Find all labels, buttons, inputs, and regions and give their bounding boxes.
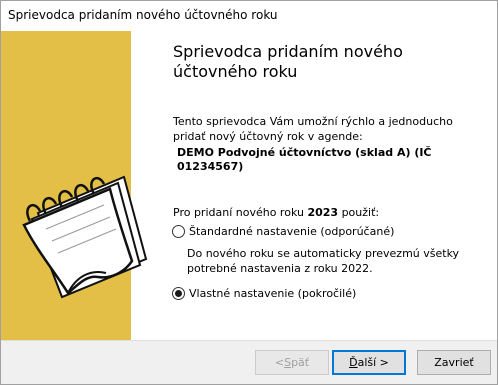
wizard-heading: Sprievodca pridaním nového účtovného rok… <box>173 42 403 81</box>
next-button[interactable]: Ďalší > <box>332 350 406 375</box>
radio-standard-label[interactable]: Štandardné nastavenie (odporúčané) <box>189 225 394 238</box>
next-rest: alší > <box>357 356 389 369</box>
agenda-name: DEMO Podvojné účtovníctvo (sklad A) (IČ … <box>177 146 432 173</box>
close-button[interactable]: Zavrieť <box>417 350 491 375</box>
back-rest: päť <box>291 356 310 369</box>
radio-custom-circle[interactable] <box>172 287 185 300</box>
back-accel: S <box>284 356 292 369</box>
radio-standard[interactable]: Štandardné nastavenie (odporúčané) <box>172 225 394 238</box>
year-suffix: použiť: <box>341 206 380 219</box>
back-prefix: < <box>274 356 285 369</box>
radio-custom[interactable]: Vlastné nastavenie (pokročilé) <box>172 287 356 300</box>
window-title: Sprievodca pridaním nového účtovného rok… <box>8 8 278 22</box>
wizard-window: Sprievodca pridaním nového účtovného rok… <box>0 0 498 385</box>
footer-separator <box>1 340 497 341</box>
year-value: 2023 <box>307 206 339 219</box>
intro-text: Tento sprievodca Vám umožní rýchlo a jed… <box>173 115 453 143</box>
radio-standard-circle[interactable] <box>172 225 185 238</box>
year-line: Pro pridaní nového roku 2023 použiť: <box>173 206 473 219</box>
title-bar: Sprievodca pridaním nového účtovného rok… <box>1 1 497 31</box>
standard-description: Do nového roku se automaticky prevezmú v… <box>187 247 460 275</box>
next-accel: Ď <box>349 356 358 369</box>
back-button[interactable]: < Späť <box>255 350 329 375</box>
radio-custom-label[interactable]: Vlastné nastavenie (pokročilé) <box>189 287 356 300</box>
notebook-illustration-icon <box>22 175 148 299</box>
year-prefix: Pro pridaní nového roku <box>173 206 304 219</box>
wizard-content: Sprievodca pridaním nového účtovného rok… <box>1 31 497 340</box>
